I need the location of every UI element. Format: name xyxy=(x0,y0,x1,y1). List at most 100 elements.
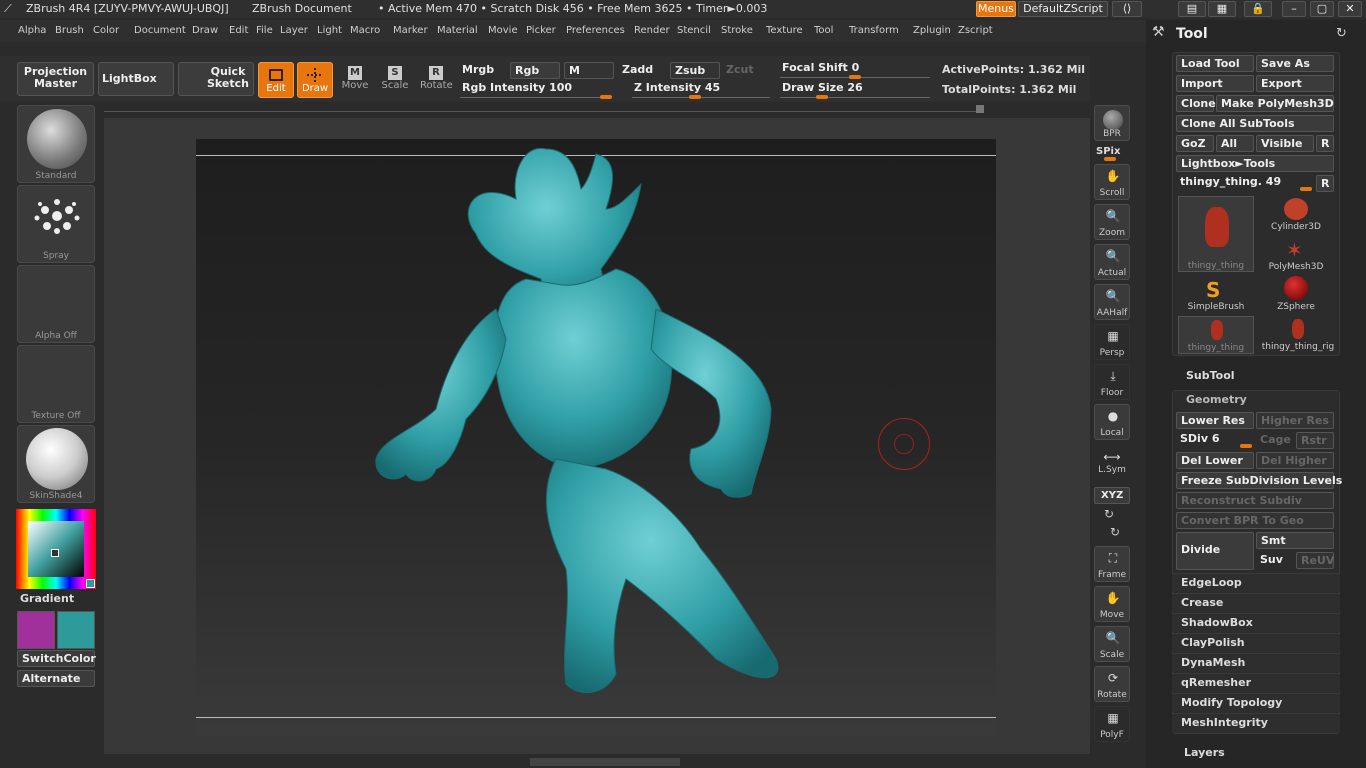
layout2-icon[interactable]: ▦ xyxy=(1208,1,1236,17)
floor-button[interactable]: ⤓ Floor xyxy=(1094,364,1130,400)
crease-section[interactable]: Crease xyxy=(1172,593,1340,612)
geometry-header[interactable]: Geometry xyxy=(1186,393,1247,406)
material-thumbnail[interactable]: SkinShade4 xyxy=(17,425,95,503)
lock-icon[interactable]: 🔒 xyxy=(1244,1,1272,17)
menu-brush[interactable]: Brush xyxy=(55,25,84,36)
draw-button[interactable]: Draw xyxy=(297,62,333,98)
texture-thumbnail[interactable]: Texture Off xyxy=(17,345,95,423)
bpr-button[interactable]: BPR xyxy=(1094,105,1130,141)
canvas-scroll-handle[interactable] xyxy=(976,105,984,113)
rotate-button[interactable]: R Rotate xyxy=(420,62,453,98)
save-as-button[interactable]: Save As xyxy=(1256,55,1334,72)
frame-button[interactable]: ⛶ Frame xyxy=(1094,546,1130,582)
tool-thumb-thingy[interactable]: thingy_thing xyxy=(1178,196,1254,272)
draw-size-slider[interactable]: Draw Size 26 xyxy=(778,80,930,97)
tool-thumb-thingy-rig[interactable]: thingy_thing_rig xyxy=(1258,316,1338,354)
menu-tool[interactable]: Tool xyxy=(814,25,833,36)
menu-movie[interactable]: Movie xyxy=(488,25,518,36)
rgb-button[interactable]: Rgb xyxy=(510,62,560,79)
lsym-button[interactable]: ⟷ L.Sym xyxy=(1094,446,1130,476)
gradient-label[interactable]: Gradient xyxy=(20,592,74,605)
r2-button[interactable]: R xyxy=(1316,175,1334,192)
stroke-thumbnail[interactable]: Spray xyxy=(17,185,95,263)
mrgb-button[interactable]: Mrgb xyxy=(458,62,506,79)
higher-res-button[interactable]: Higher Res xyxy=(1256,412,1334,429)
xyz-button[interactable]: XYZ xyxy=(1094,487,1130,504)
color-picker[interactable] xyxy=(16,509,96,589)
rgb-intensity-slider[interactable]: Rgb Intensity 100 xyxy=(458,80,614,97)
local-button[interactable]: ● Local xyxy=(1094,404,1130,440)
zadd-button[interactable]: Zadd xyxy=(618,62,668,79)
tool-thumb-zsphere[interactable]: ZSphere xyxy=(1258,276,1334,314)
menu-stencil[interactable]: Stencil xyxy=(677,25,711,36)
layers-header[interactable]: Layers xyxy=(1184,746,1225,759)
edit-button[interactable]: Edit xyxy=(258,62,294,98)
color-picker-cursor[interactable] xyxy=(51,549,59,557)
modify-topology-section[interactable]: Modify Topology xyxy=(1172,693,1340,712)
zsub-button[interactable]: Zsub xyxy=(670,62,720,79)
clone-all-subtools-button[interactable]: Clone All SubTools xyxy=(1176,115,1334,132)
brush-thumbnail[interactable]: Standard xyxy=(17,105,95,183)
menu-light[interactable]: Light xyxy=(317,25,342,36)
layout-icon[interactable]: ▤ xyxy=(1178,1,1206,17)
scale-button[interactable]: S Scale xyxy=(380,62,410,98)
panel-toggle-icon[interactable]: ⟨⟩ xyxy=(1112,1,1142,17)
menu-transform[interactable]: Transform xyxy=(849,25,899,36)
rotate-view-button[interactable]: ⟳ Rotate xyxy=(1094,666,1130,702)
maximize-icon[interactable]: ▢ xyxy=(1310,1,1334,17)
alpha-thumbnail[interactable]: Alpha Off xyxy=(17,265,95,343)
tool-thumb-polymesh[interactable]: ✶ PolyMesh3D xyxy=(1258,236,1334,274)
cage-button[interactable]: Cage xyxy=(1256,432,1294,449)
menu-zscript[interactable]: Zscript xyxy=(958,25,993,36)
reuv-button[interactable]: ReUV xyxy=(1296,552,1334,569)
all-button[interactable]: All xyxy=(1216,135,1254,152)
alternate-button[interactable]: Alternate xyxy=(17,670,95,687)
qremesher-section[interactable]: qRemesher xyxy=(1172,673,1340,692)
menu-picker[interactable]: Picker xyxy=(526,25,556,36)
scale-view-button[interactable]: 🔍 Scale xyxy=(1094,626,1130,662)
load-tool-button[interactable]: Load Tool xyxy=(1176,55,1254,72)
clone-button[interactable]: Clone xyxy=(1176,95,1216,112)
m-button[interactable]: M xyxy=(564,62,614,79)
spix-knob[interactable] xyxy=(1104,157,1116,161)
menu-material[interactable]: Material xyxy=(437,25,478,36)
r-button[interactable]: R xyxy=(1316,135,1334,152)
menus-button[interactable]: Menus xyxy=(976,1,1016,17)
menu-stroke[interactable]: Stroke xyxy=(721,25,753,36)
rgb-intensity-knob[interactable] xyxy=(600,95,612,99)
make-polymesh-button[interactable]: Make PolyMesh3D xyxy=(1216,95,1334,112)
quick-sketch-button[interactable]: Quick Sketch xyxy=(178,62,254,96)
menu-alpha[interactable]: Alpha xyxy=(18,25,46,36)
menu-edit[interactable]: Edit xyxy=(229,25,248,36)
draw-size-knob[interactable] xyxy=(815,95,828,99)
refresh-icon[interactable]: ↻ xyxy=(1336,26,1347,41)
tool-slider[interactable]: thingy_thing. 49 xyxy=(1176,174,1312,191)
creature-model[interactable] xyxy=(196,139,996,736)
subtool-header[interactable]: SubTool xyxy=(1186,369,1235,382)
edgeloop-section[interactable]: EdgeLoop xyxy=(1172,573,1340,592)
move-view-button[interactable]: ✋ Move xyxy=(1094,586,1130,622)
focal-shift-knob[interactable] xyxy=(849,75,861,79)
zcut-button[interactable]: Zcut xyxy=(722,62,764,79)
menu-file[interactable]: File xyxy=(256,25,273,36)
canvas-bottom-scrollbar[interactable] xyxy=(530,758,680,766)
menu-color[interactable]: Color xyxy=(93,25,119,36)
default-zscript-button[interactable]: DefaultZScript xyxy=(1018,1,1108,17)
sdiv-knob[interactable] xyxy=(1240,444,1252,448)
visible-button[interactable]: Visible xyxy=(1256,135,1314,152)
freeze-subdivision-button[interactable]: Freeze SubDivision Levels xyxy=(1176,472,1342,489)
menu-texture[interactable]: Texture xyxy=(766,25,803,36)
spix-slider[interactable]: SPix xyxy=(1096,146,1120,157)
close-icon[interactable]: ✕ xyxy=(1338,1,1362,17)
switchcolor-button[interactable]: SwitchColor xyxy=(17,650,96,667)
zoom-button[interactable]: 🔍 Zoom xyxy=(1094,204,1130,240)
claypolish-section[interactable]: ClayPolish xyxy=(1172,633,1340,652)
tool-slider-knob[interactable] xyxy=(1300,187,1312,191)
rstr-button[interactable]: Rstr xyxy=(1296,432,1334,449)
import-button[interactable]: Import xyxy=(1176,75,1254,92)
polyf-button[interactable]: ▦ PolyF xyxy=(1094,706,1130,742)
tool-thumb-cylinder[interactable]: Cylinder3D xyxy=(1258,196,1334,234)
menu-layer[interactable]: Layer xyxy=(280,25,308,36)
menu-macro[interactable]: Macro xyxy=(350,25,380,36)
convert-bpr-button[interactable]: Convert BPR To Geo xyxy=(1176,512,1334,529)
